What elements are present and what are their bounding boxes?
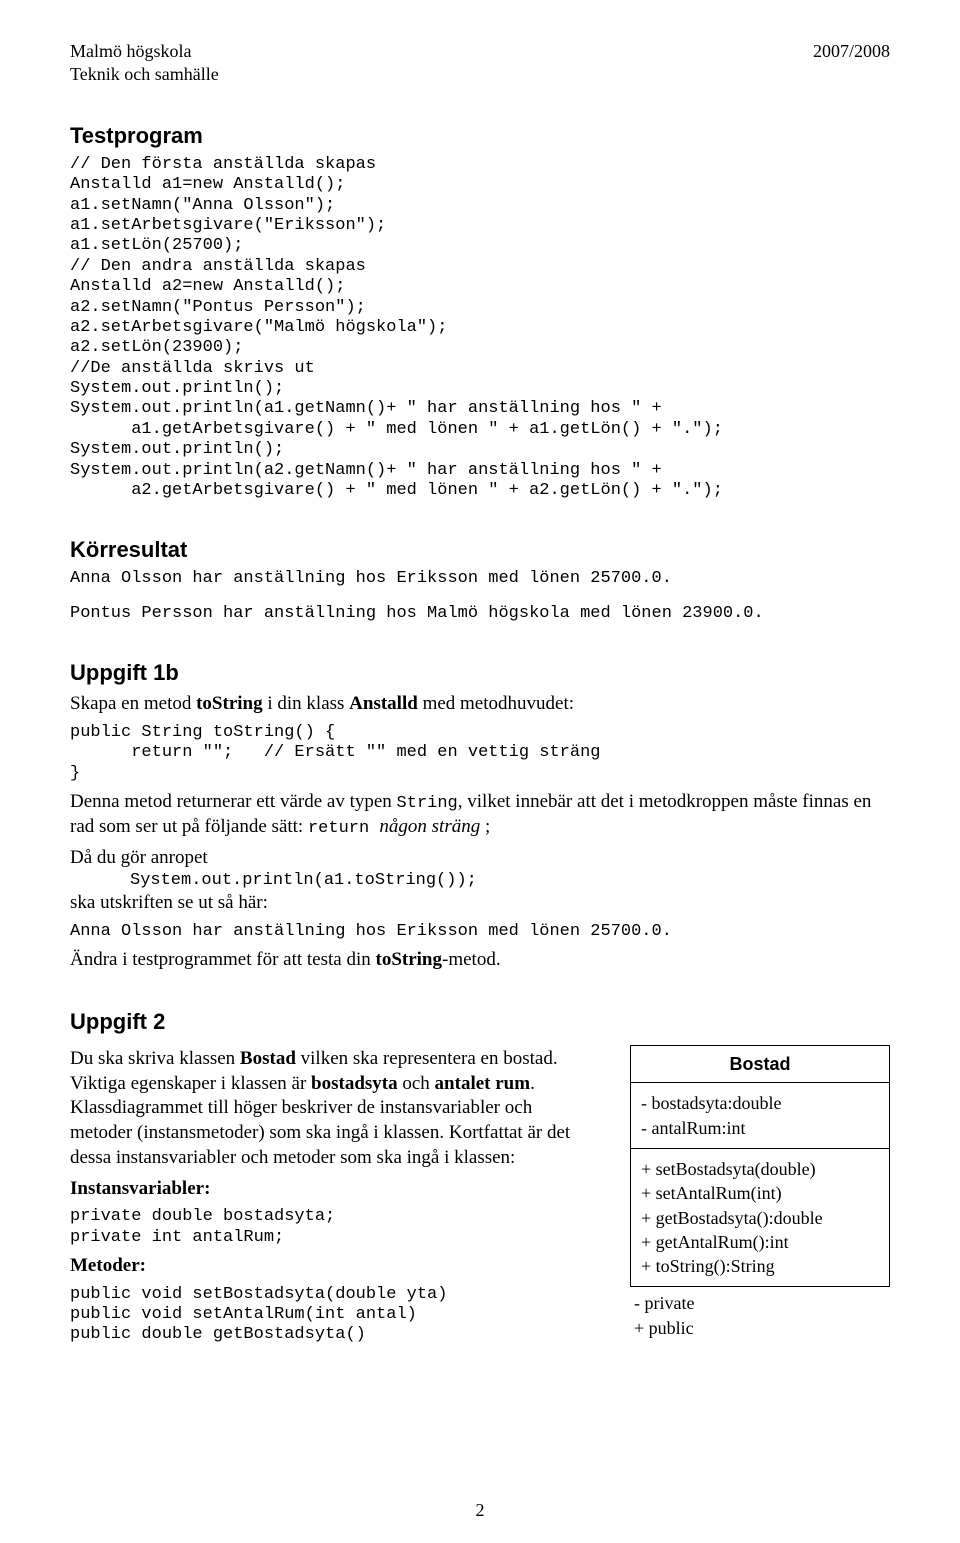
p1-text: Du ska skriva klassen [70, 1048, 240, 1069]
output-line-1: Anna Olsson har anställning hos Eriksson… [70, 569, 890, 589]
heading-uppgift-2: Uppgift 2 [70, 1009, 890, 1035]
heading-instansvariabler: Instansvariabler: [70, 1177, 592, 1202]
page-number: 2 [0, 1500, 960, 1521]
uppgift2-left: Du ska skriva klassen Bostad vilken ska … [70, 1041, 592, 1346]
code-call: System.out.println(a1.toString()); [130, 871, 890, 891]
p1-text: och [398, 1073, 435, 1094]
p5-text: Ändra i testprogrammet för att testa din [70, 949, 376, 970]
uml-legend: - private + public [630, 1287, 890, 1340]
code-testprogram: // Den första anställda skapas Anstalld … [70, 155, 890, 502]
uppgift1b-p4: ska utskriften se ut så här: [70, 891, 890, 916]
p2-text: ; [480, 816, 490, 837]
heading-testprogram: Testprogram [70, 123, 890, 149]
uppgift1b-p3: Då du gör anropet [70, 846, 890, 871]
uppgift2-p1: Du ska skriva klassen Bostad vilken ska … [70, 1047, 592, 1170]
output-expected: Anna Olsson har anställning hos Eriksson… [70, 922, 890, 942]
code-metoder: public void setBostadsyta(double yta) pu… [70, 1285, 592, 1346]
header-year: 2007/2008 [813, 40, 890, 87]
page-header: Malmö högskola Teknik och samhälle 2007/… [70, 40, 890, 87]
p5-bold: toString [376, 949, 443, 970]
code-instansvariabler: private double bostadsyta; private int a… [70, 1207, 592, 1248]
uppgift2-row: Du ska skriva klassen Bostad vilken ska … [70, 1041, 890, 1346]
p5-text: -metod. [442, 949, 501, 970]
p2-mono-return: return [308, 819, 379, 838]
code-tostring: public String toString() { return ""; //… [70, 723, 890, 784]
p2-mono-string: String [397, 794, 458, 813]
legend-private: - private [634, 1291, 888, 1315]
uppgift1b-p5: Ändra i testprogrammet för att testa din… [70, 948, 890, 973]
intro-text: med metodhuvudet: [418, 693, 574, 714]
p1-bold-bostad: Bostad [240, 1048, 296, 1069]
p2-italic: någon sträng [379, 816, 480, 837]
uml-diagram-column: Bostad - bostadsyta:double - antalRum:in… [630, 1045, 890, 1340]
header-left: Malmö högskola Teknik och samhälle [70, 40, 219, 87]
intro-text: i din klass [263, 693, 350, 714]
intro-bold-anstalld: Anstalld [349, 693, 418, 714]
legend-public: + public [634, 1316, 888, 1340]
intro-text: Skapa en metod [70, 693, 196, 714]
uml-operations: + setBostadsyta(double) + setAntalRum(in… [631, 1149, 889, 1286]
document-page: Malmö högskola Teknik och samhälle 2007/… [0, 0, 960, 1543]
heading-korresultat: Körresultat [70, 537, 890, 563]
p2-text: Denna metod returnerar ett värde av type… [70, 791, 397, 812]
uml-attributes: - bostadsyta:double - antalRum:int [631, 1083, 889, 1148]
uppgift1b-p2: Denna metod returnerar ett värde av type… [70, 790, 890, 840]
header-dept: Teknik och samhälle [70, 63, 219, 86]
intro-bold-tostring: toString [196, 693, 263, 714]
uml-class-box: Bostad - bostadsyta:double - antalRum:in… [630, 1045, 890, 1287]
uml-class-title: Bostad [631, 1046, 889, 1082]
p1-bold-antalrum: antalet rum [435, 1073, 531, 1094]
p1-bold-bostadsyta: bostadsyta [311, 1073, 398, 1094]
heading-metoder: Metoder: [70, 1254, 592, 1279]
header-school: Malmö högskola [70, 40, 219, 63]
output-line-2: Pontus Persson har anställning hos Malmö… [70, 604, 890, 624]
heading-uppgift-1b: Uppgift 1b [70, 660, 890, 686]
uppgift1b-intro: Skapa en metod toString i din klass Anst… [70, 692, 890, 717]
